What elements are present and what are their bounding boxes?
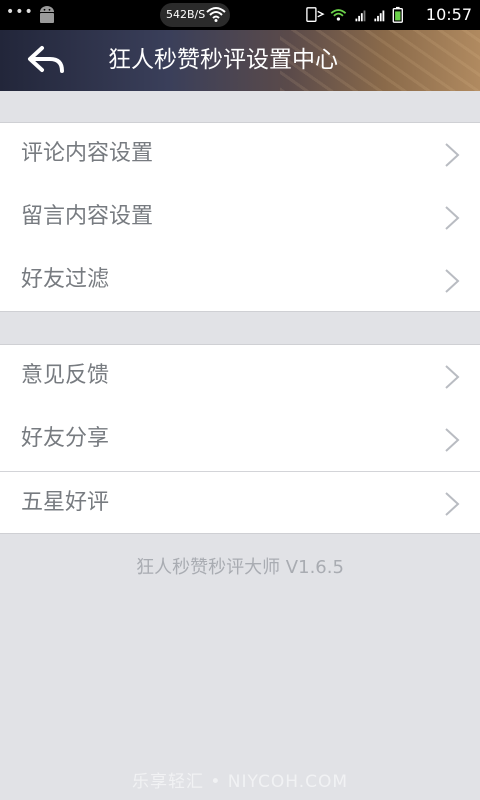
menu-item-share-friends[interactable]: 好友分享 — [0, 408, 480, 471]
signal-icon — [374, 10, 385, 22]
menu-item-label: 留言内容设置 — [21, 204, 154, 229]
chevron-right-icon — [445, 143, 460, 167]
menu-item-label: 意见反馈 — [21, 363, 110, 388]
wifi-icon — [330, 9, 347, 21]
chevron-right-icon — [445, 492, 460, 516]
menu-item-five-star-rating[interactable]: 五星好评 — [0, 471, 480, 534]
menu-item-comment-settings[interactable]: 评论内容设置 — [0, 123, 480, 186]
menu-item-friend-filter[interactable]: 好友过滤 — [0, 249, 480, 312]
net-speed-text: 542B/S — [166, 8, 206, 21]
menu-item-label: 五星好评 — [21, 490, 110, 515]
chevron-right-icon — [445, 206, 460, 230]
chevron-right-icon — [445, 365, 460, 389]
sim-icon — [306, 7, 325, 22]
status-bar: ••• 542B/S 10:57 — [0, 0, 480, 30]
settings-group-content: 评论内容设置 留言内容设置 好友过滤 — [0, 122, 480, 312]
wifi-icon — [206, 7, 226, 22]
menu-item-feedback[interactable]: 意见反馈 — [0, 345, 480, 408]
menu-item-label: 好友过滤 — [21, 267, 110, 292]
chevron-right-icon — [445, 269, 460, 293]
back-arrow-icon[interactable] — [26, 42, 66, 78]
menu-item-message-settings[interactable]: 留言内容设置 — [0, 186, 480, 249]
clock: 10:57 — [425, 5, 472, 24]
battery-icon — [392, 6, 403, 23]
version-label: 狂人秒赞秒评大师 V1.6.5 — [136, 557, 344, 578]
menu-item-label: 好友分享 — [21, 426, 110, 451]
chevron-right-icon — [445, 428, 460, 452]
overflow-dots: ••• — [6, 4, 34, 20]
status-icons — [306, 6, 403, 23]
page-title: 狂人秒赞秒评设置中心 — [108, 47, 338, 73]
menu-item-label: 评论内容设置 — [21, 141, 154, 166]
signal-icon — [355, 10, 366, 22]
android-icon — [40, 6, 54, 23]
settings-group-other: 意见反馈 好友分享 五星好评 — [0, 344, 480, 534]
watermark-text: 乐享轻汇 • NIYCOH.COM — [131, 772, 349, 792]
action-bar: 狂人秒赞秒评设置中心 — [0, 30, 480, 91]
